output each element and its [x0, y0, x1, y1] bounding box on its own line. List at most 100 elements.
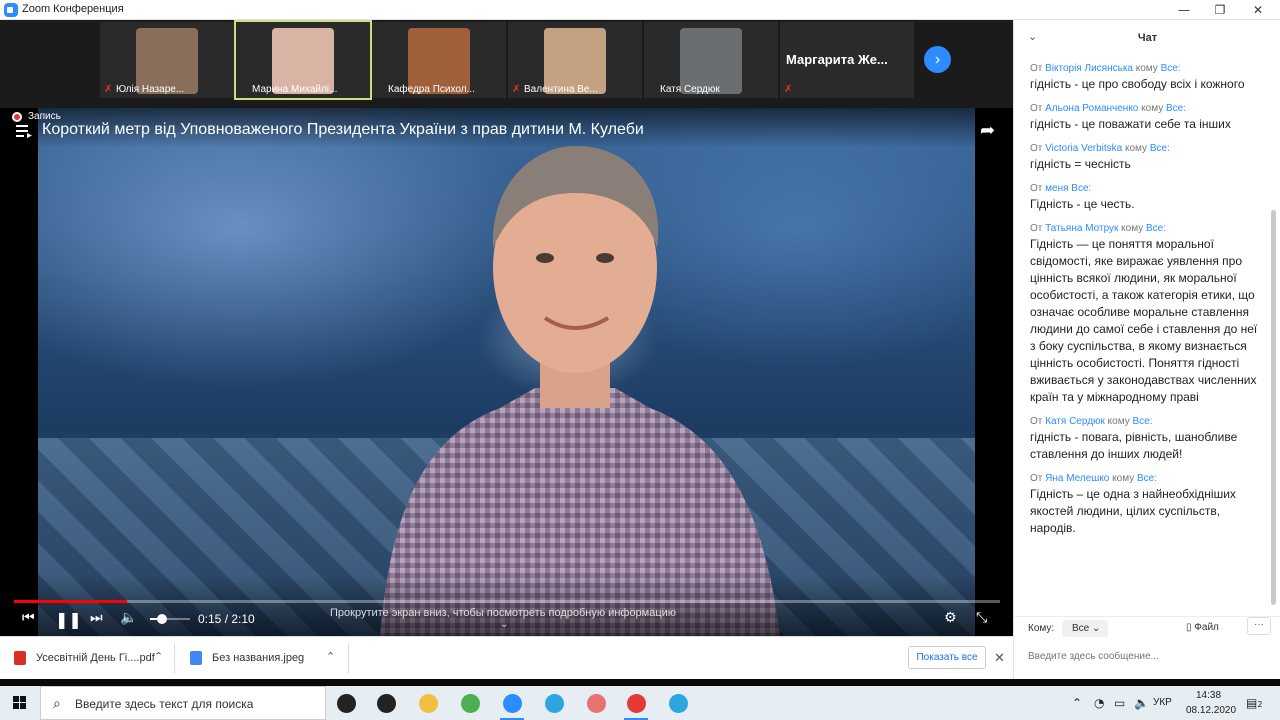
minimize-button[interactable]: — [1164, 0, 1204, 20]
record-icon [12, 112, 22, 122]
message-text: Гідність — це поняття моральної свідомос… [1030, 237, 1258, 404]
notification-count: 2 [1257, 700, 1263, 709]
search-placeholder: Введите здесь текст для поиска [75, 697, 254, 711]
message-sender[interactable]: Катя Сердюк [1045, 416, 1105, 427]
settings-icon[interactable]: ⚙ [944, 610, 957, 626]
message-text: Гідність – це одна з найнеобхідніших яко… [1030, 487, 1236, 535]
participant-tile[interactable]: Марина Михайлі... [234, 20, 372, 100]
clock-date[interactable]: 08.12.2020 [1186, 705, 1236, 716]
file-explorer-icon [418, 694, 438, 713]
close-button[interactable]: ✕ [1238, 0, 1278, 20]
taskbar-search[interactable]: ⌕ Введите здесь текст для поиска [40, 686, 326, 720]
message-recipient[interactable]: Все: [1071, 183, 1091, 194]
message-recipient[interactable]: Все: [1150, 143, 1170, 154]
progress-bar[interactable] [14, 600, 1000, 603]
share-icon[interactable]: ➦ [980, 120, 995, 141]
message-sender[interactable]: Вікторія Лисянська [1045, 63, 1133, 74]
muted-mic-icon: ✗ [104, 84, 113, 95]
message-recipient[interactable]: Все: [1166, 103, 1186, 114]
download-name: Усесвітній День Гі....pdf [36, 652, 155, 664]
video-title[interactable]: Короткий метр від Уповноваженого Президе… [42, 121, 644, 139]
message-prefix: От [1030, 223, 1046, 234]
message-text: гідність - це про свободу всіх і кожного [1030, 77, 1245, 91]
notifications-icon[interactable]: ▤2 [1246, 696, 1262, 710]
participant-name: Кафедра Психол... [388, 84, 475, 95]
next-icon[interactable]: ⏭ [90, 610, 103, 626]
chevron-up-icon[interactable]: ⌃ [1072, 696, 1082, 710]
maximize-button[interactable]: ❐ [1200, 0, 1240, 20]
task-view-taskbar-button[interactable] [366, 686, 406, 720]
downloads-bar: Усесвітній День Гі....pdf ⌃ Без названия… [0, 636, 1013, 679]
message-recipient[interactable]: Все: [1133, 416, 1153, 427]
zoom-taskbar-button[interactable] [492, 686, 532, 720]
muted-mic-icon: ✗ [784, 84, 793, 95]
message-prefix: От [1030, 473, 1046, 484]
participant-tile[interactable]: Валентина Ве... ✗ [508, 22, 642, 98]
message-sender[interactable]: меня [1045, 183, 1068, 194]
battery-icon[interactable]: ▭ [1114, 696, 1125, 710]
download-item[interactable]: Усесвітній День Гі....pdf ⌃ [14, 637, 164, 680]
chat-message: От Вікторія Лисянська кому Все: гідність … [1030, 62, 1266, 93]
cortana-taskbar-button[interactable] [326, 686, 366, 720]
telegram-2-taskbar-button[interactable] [658, 686, 698, 720]
snipping-tool-taskbar-button[interactable] [576, 686, 616, 720]
chevron-up-icon[interactable]: ⌃ [326, 650, 335, 663]
close-icon[interactable]: ✕ [994, 650, 1005, 666]
participant-tile[interactable]: Маргарита Же... ✗ [780, 22, 914, 98]
message-meta: От Яна Мелешко кому Все: [1030, 472, 1266, 486]
clock-time[interactable]: 14:38 [1196, 690, 1221, 701]
next-page-button[interactable]: › [924, 46, 951, 73]
previous-icon[interactable]: ⏮ [22, 610, 35, 626]
message-text: гідність = чесність [1030, 157, 1131, 171]
chat-footer: Кому: Все ⌄ ▯ Файл ··· [1014, 616, 1280, 679]
message-text: гідність - повага, рівність, шанобливе с… [1030, 430, 1238, 461]
more-button[interactable]: ··· [1247, 617, 1271, 635]
message-sender[interactable]: Яна Мелешко [1045, 473, 1109, 484]
download-name: Без названия.jpeg [212, 652, 305, 664]
recipient-value: Все [1072, 623, 1090, 634]
file-explorer-taskbar-button[interactable] [408, 686, 448, 720]
message-sender[interactable]: Татьяна Мотрук [1045, 223, 1118, 234]
participant-name: Катя Сердюк [660, 84, 720, 95]
show-all-button[interactable]: Показать все [908, 646, 986, 669]
participant-tile[interactable]: Катя Сердюк [644, 22, 778, 98]
message-sender[interactable]: Альона Романченко [1045, 103, 1138, 114]
message-recipient[interactable]: Все: [1146, 223, 1166, 234]
download-item[interactable]: Без названия.jpeg ⌃ [190, 637, 340, 680]
volume-knob[interactable] [157, 614, 167, 624]
volume-icon[interactable]: 🔈 [120, 610, 137, 626]
message-recipient[interactable]: Все: [1161, 63, 1181, 74]
pdf-file-icon [14, 651, 26, 665]
utorrent-taskbar-button[interactable] [450, 686, 490, 720]
exit-fullscreen-icon[interactable]: ⤡ [976, 610, 987, 626]
recipient-select[interactable]: Все ⌄ [1062, 620, 1108, 637]
playlist-icon[interactable] [16, 124, 32, 138]
volume-slider[interactable] [150, 618, 190, 620]
message-input[interactable] [1028, 645, 1268, 667]
volume-icon[interactable]: 🔈 [1134, 696, 1149, 710]
language-indicator[interactable]: УКР [1153, 697, 1172, 708]
participant-name: Валентина Ве... [524, 84, 598, 95]
chevron-up-icon[interactable]: ⌃ [154, 650, 163, 663]
participant-tile[interactable]: Юлія Назаре... ✗ [100, 22, 234, 98]
file-button[interactable]: ▯ Файл [1186, 622, 1219, 633]
windows-start-icon[interactable] [0, 686, 40, 720]
snipping-tool-icon [586, 694, 606, 713]
message-prefix: От [1030, 416, 1046, 427]
message-recipient[interactable]: Все: [1137, 473, 1157, 484]
pause-icon[interactable]: ❚❚ [55, 610, 82, 629]
telegram-icon [544, 694, 564, 713]
video-time: 0:15 / 2:10 [198, 612, 255, 626]
chevron-down-icon[interactable]: ⌄ [500, 619, 508, 630]
progress-fill [14, 600, 128, 603]
message-meta: От Катя Сердюк кому Все: [1030, 415, 1266, 429]
chat-scrollbar[interactable] [1271, 210, 1276, 605]
chrome-taskbar-button[interactable] [616, 686, 656, 720]
participant-tile[interactable]: Кафедра Психол... [372, 22, 506, 98]
divider [174, 643, 175, 674]
message-sender[interactable]: Victoria Verbitska [1045, 143, 1122, 154]
shared-video[interactable]: Запись Короткий метр від Уповноваженого … [0, 108, 1013, 636]
telegram-taskbar-button[interactable] [534, 686, 574, 720]
cortana-icon [336, 694, 356, 713]
network-icon[interactable]: ◔ [1094, 696, 1104, 710]
